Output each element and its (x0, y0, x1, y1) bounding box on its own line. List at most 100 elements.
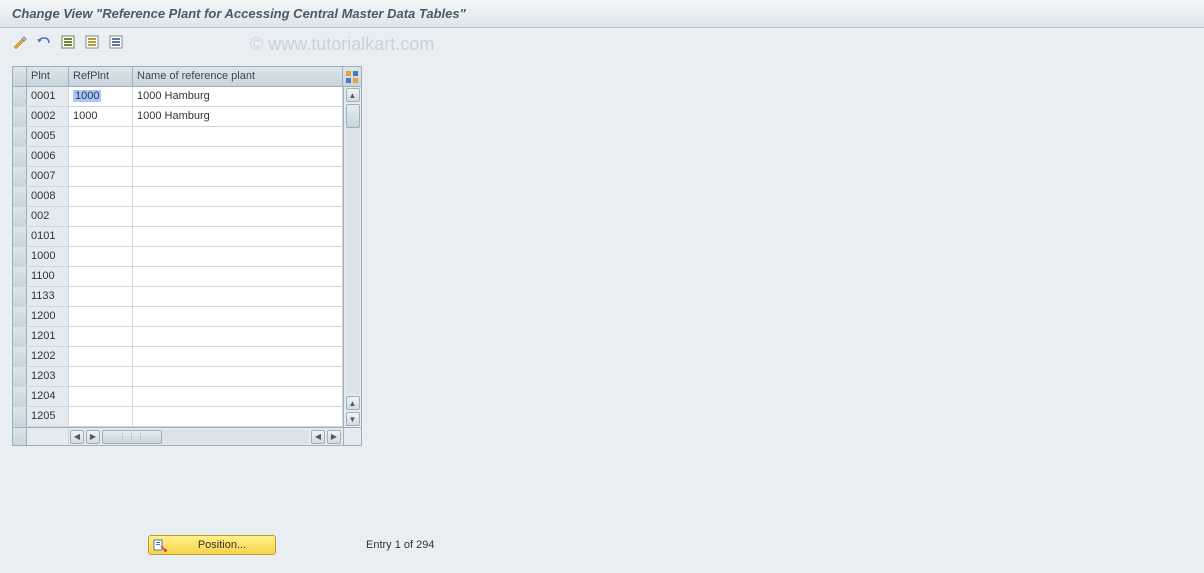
table-row[interactable]: 0006 (13, 147, 343, 167)
table-corner[interactable] (13, 67, 27, 86)
cell-plnt[interactable]: 1133 (27, 287, 69, 306)
table-row[interactable]: 1205 (13, 407, 343, 427)
cell-plnt[interactable]: 1203 (27, 367, 69, 386)
cell-name[interactable] (133, 267, 343, 286)
table-row[interactable]: 1000 (13, 247, 343, 267)
undo-button[interactable] (34, 32, 54, 52)
table-row[interactable]: 1202 (13, 347, 343, 367)
table-row[interactable]: 0005 (13, 127, 343, 147)
cell-name[interactable] (133, 327, 343, 346)
horizontal-scrollbar[interactable]: ◀ ▶ ⋮⋮⋮ ◀ ▶ (13, 427, 361, 445)
hscroll-thumb[interactable]: ⋮⋮⋮ (102, 430, 162, 444)
column-header-refplnt[interactable]: RefPlnt (69, 67, 133, 86)
cell-name[interactable]: 1000 Hamburg (133, 87, 343, 106)
scroll-down-step-button[interactable]: ▲ (346, 396, 360, 410)
cell-refplnt[interactable] (69, 147, 133, 166)
cell-refplnt[interactable] (69, 227, 133, 246)
cell-refplnt[interactable] (69, 187, 133, 206)
cell-refplnt[interactable] (69, 307, 133, 326)
cell-plnt[interactable]: 0002 (27, 107, 69, 126)
cell-refplnt[interactable] (69, 367, 133, 386)
scroll-right-button[interactable]: ▶ (327, 430, 341, 444)
row-selector[interactable] (13, 207, 27, 226)
vscroll-track[interactable] (346, 104, 360, 394)
cell-name[interactable] (133, 207, 343, 226)
table-row[interactable]: 1204 (13, 387, 343, 407)
row-selector[interactable] (13, 407, 27, 426)
cell-name[interactable] (133, 367, 343, 386)
cell-name[interactable] (133, 307, 343, 326)
select-all-button[interactable] (58, 32, 78, 52)
table-row[interactable]: 1200 (13, 307, 343, 327)
cell-refplnt[interactable] (69, 247, 133, 266)
cell-name[interactable] (133, 187, 343, 206)
cell-plnt[interactable]: 1100 (27, 267, 69, 286)
cell-name[interactable] (133, 127, 343, 146)
cell-plnt[interactable]: 0006 (27, 147, 69, 166)
cell-refplnt[interactable] (69, 267, 133, 286)
table-row[interactable]: 002 (13, 207, 343, 227)
cell-refplnt[interactable] (69, 167, 133, 186)
row-selector[interactable] (13, 147, 27, 166)
table-row[interactable]: 0007 (13, 167, 343, 187)
table-row[interactable]: 1100 (13, 267, 343, 287)
cell-name[interactable] (133, 287, 343, 306)
table-row[interactable]: 0101 (13, 227, 343, 247)
cell-refplnt[interactable] (69, 407, 133, 426)
table-row[interactable]: 1201 (13, 327, 343, 347)
scroll-down-button[interactable]: ▼ (346, 412, 360, 426)
vscroll-thumb[interactable] (346, 104, 360, 128)
table-row[interactable]: 1133 (13, 287, 343, 307)
row-selector[interactable] (13, 167, 27, 186)
cell-refplnt[interactable] (69, 387, 133, 406)
cell-name[interactable] (133, 147, 343, 166)
table-row[interactable]: 1203 (13, 367, 343, 387)
cell-name[interactable] (133, 347, 343, 366)
cell-plnt[interactable]: 0008 (27, 187, 69, 206)
row-selector[interactable] (13, 307, 27, 326)
row-selector[interactable] (13, 107, 27, 126)
cell-plnt[interactable]: 1205 (27, 407, 69, 426)
table-row[interactable]: 000210001000 Hamburg (13, 107, 343, 127)
hscroll-track[interactable]: ⋮⋮⋮ (102, 430, 309, 444)
row-selector[interactable] (13, 347, 27, 366)
deselect-all-button[interactable] (82, 32, 102, 52)
cell-refplnt[interactable] (69, 287, 133, 306)
cell-name[interactable] (133, 387, 343, 406)
scroll-right-step-button[interactable]: ▶ (86, 430, 100, 444)
scroll-left-button[interactable]: ◀ (70, 430, 84, 444)
cell-name[interactable] (133, 227, 343, 246)
cell-plnt[interactable]: 1000 (27, 247, 69, 266)
table-row[interactable]: 000110001000 Hamburg (13, 87, 343, 107)
cell-plnt[interactable]: 1200 (27, 307, 69, 326)
cell-refplnt[interactable] (69, 347, 133, 366)
table-settings-button[interactable] (106, 32, 126, 52)
row-selector[interactable] (13, 287, 27, 306)
cell-plnt[interactable]: 0001 (27, 87, 69, 106)
row-selector[interactable] (13, 367, 27, 386)
cell-plnt[interactable]: 1201 (27, 327, 69, 346)
row-selector[interactable] (13, 387, 27, 406)
cell-plnt[interactable]: 0007 (27, 167, 69, 186)
toggle-display-change-button[interactable] (10, 32, 30, 52)
cell-plnt[interactable]: 1202 (27, 347, 69, 366)
cell-name[interactable] (133, 167, 343, 186)
row-selector[interactable] (13, 327, 27, 346)
cell-plnt[interactable]: 0005 (27, 127, 69, 146)
row-selector[interactable] (13, 247, 27, 266)
row-selector[interactable] (13, 267, 27, 286)
scroll-left-end-button[interactable]: ◀ (311, 430, 325, 444)
cell-plnt[interactable]: 1204 (27, 387, 69, 406)
cell-plnt[interactable]: 002 (27, 207, 69, 226)
scroll-up-button[interactable]: ▲ (346, 88, 360, 102)
column-header-name[interactable]: Name of reference plant (133, 67, 343, 86)
cell-refplnt[interactable] (69, 207, 133, 226)
cell-refplnt[interactable] (69, 327, 133, 346)
cell-refplnt[interactable]: 1000 (69, 107, 133, 126)
row-selector[interactable] (13, 227, 27, 246)
table-row[interactable]: 0008 (13, 187, 343, 207)
cell-name[interactable] (133, 247, 343, 266)
row-selector[interactable] (13, 87, 27, 106)
row-selector[interactable] (13, 127, 27, 146)
cell-plnt[interactable]: 0101 (27, 227, 69, 246)
